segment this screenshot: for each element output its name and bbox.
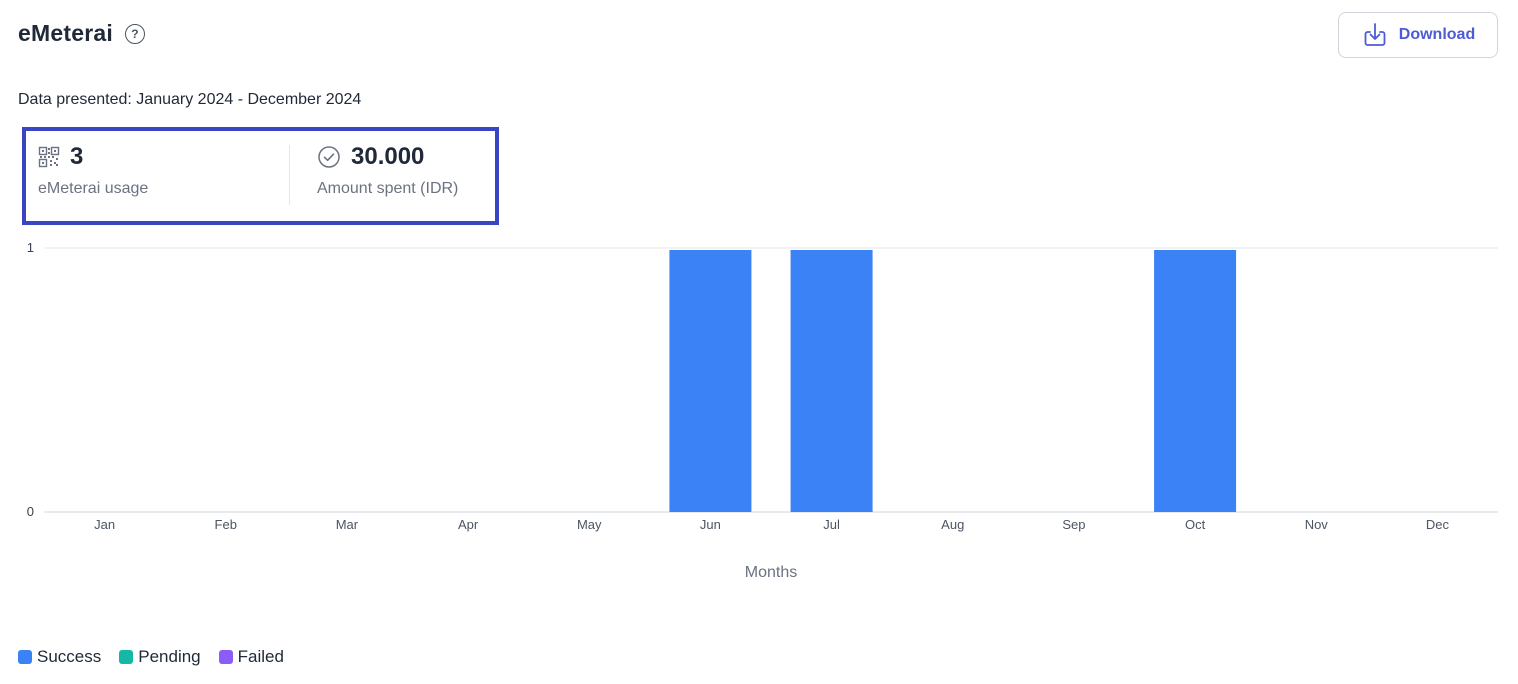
- legend-swatch: [119, 650, 134, 664]
- amount-value: 30.000: [351, 143, 425, 170]
- legend-label: Success: [37, 647, 102, 666]
- header: eMeterai ?: [18, 20, 145, 47]
- usage-value: 3: [70, 143, 84, 170]
- legend-label: Failed: [237, 647, 284, 666]
- stat-usage: 3 eMeterai usage: [38, 143, 148, 198]
- download-icon: [1364, 23, 1386, 46]
- x-tick-label: Dec: [1426, 517, 1450, 532]
- stat-divider: [289, 145, 290, 205]
- x-tick-label: Jul: [823, 517, 840, 532]
- bar-success-jul: [790, 250, 873, 512]
- legend-swatch: [18, 650, 32, 664]
- data-period: Data presented: January 2024 - December …: [18, 91, 362, 108]
- qr-code-icon: [38, 146, 60, 168]
- bar-chart: 0 1 Jan Feb Mar Apr May Jun Jul Aug Sep Oct Nov Dec Mo…: [27, 240, 1498, 581]
- download-label: Download: [1398, 26, 1476, 43]
- stat-amount: 30.000 Amount spent (IDR): [317, 143, 458, 198]
- x-tick-label: Nov: [1305, 517, 1329, 532]
- x-tick-label: Feb: [215, 517, 237, 532]
- legend-label: Pending: [138, 647, 201, 666]
- y-tick-label: 0: [27, 504, 34, 519]
- y-tick-label: 1: [27, 240, 34, 255]
- page-title: eMeterai: [18, 20, 113, 46]
- x-tick-label: Mar: [336, 517, 359, 532]
- legend-item-failed[interactable]: Failed: [218, 647, 284, 667]
- bar-success-jun: [669, 250, 752, 512]
- check-circle-icon: [318, 146, 340, 168]
- download-button[interactable]: Download: [1338, 12, 1498, 58]
- x-tick-label: Apr: [458, 517, 479, 532]
- x-tick-label: May: [577, 517, 602, 532]
- amount-label: Amount spent (IDR): [317, 180, 459, 197]
- legend-swatch: [218, 650, 233, 664]
- x-tick-label: Sep: [1062, 517, 1085, 532]
- bar-success-oct: [1154, 250, 1237, 512]
- x-tick-label: Jan: [94, 517, 115, 532]
- x-tick-label: Aug: [941, 517, 964, 532]
- chart-legend: Success Pending Failed: [18, 647, 284, 667]
- x-axis-title: Months: [745, 564, 797, 581]
- stats-box: 3 eMeterai usage 30.000 Amount spent (ID…: [22, 127, 499, 225]
- usage-label: eMeterai usage: [38, 180, 149, 197]
- x-tick-label: Oct: [1185, 517, 1206, 532]
- legend-item-pending[interactable]: Pending: [119, 647, 201, 667]
- x-tick-label: Jun: [700, 517, 721, 532]
- legend-item-success[interactable]: Success: [18, 647, 101, 667]
- help-icon[interactable]: ?: [124, 23, 145, 44]
